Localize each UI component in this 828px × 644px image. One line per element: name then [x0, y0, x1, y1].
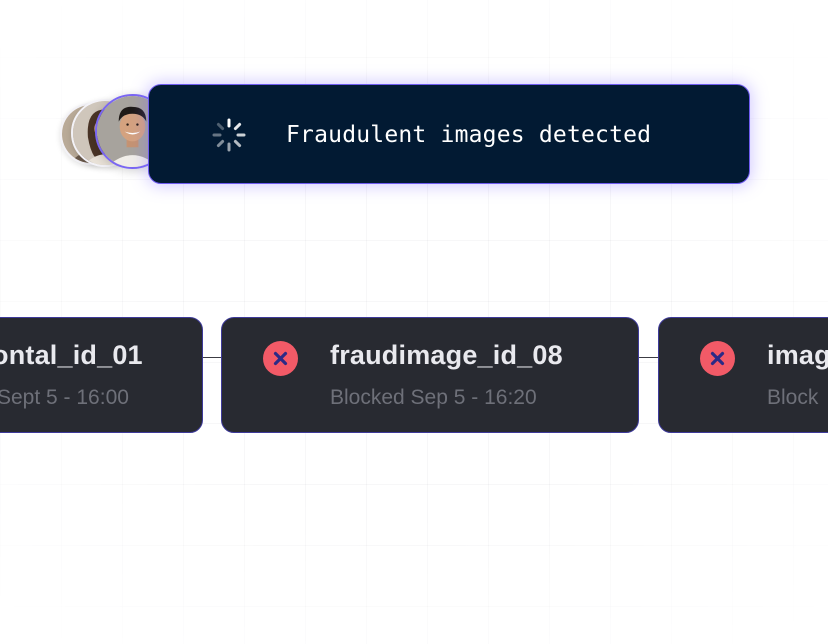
image-card[interactable]: ontal_id_01 Sept 5 - 16:00 [0, 317, 203, 433]
fraud-alert-banner: Fraudulent images detected [148, 84, 750, 184]
canvas: Fraudulent images detected ontal_id_01 S… [0, 0, 828, 644]
banner-message: Fraudulent images detected [286, 122, 652, 148]
card-title: ontal_id_01 [0, 340, 143, 370]
x-icon [263, 341, 298, 376]
card-subtitle: Blocked Sep 5 - 16:20 [330, 386, 537, 409]
connector-line [639, 357, 658, 358]
loading-spinner-icon [212, 118, 246, 152]
image-card[interactable]: fraudimage_id_08 Blocked Sep 5 - 16:20 [221, 317, 639, 433]
x-icon [700, 341, 735, 376]
connector-line [203, 357, 221, 358]
card-title: fraudimage_id_08 [330, 340, 563, 370]
card-subtitle: Sept 5 - 16:00 [0, 386, 129, 409]
card-subtitle: Block [767, 386, 819, 409]
image-card[interactable]: imag Block [658, 317, 828, 433]
card-title: imag [767, 340, 828, 370]
